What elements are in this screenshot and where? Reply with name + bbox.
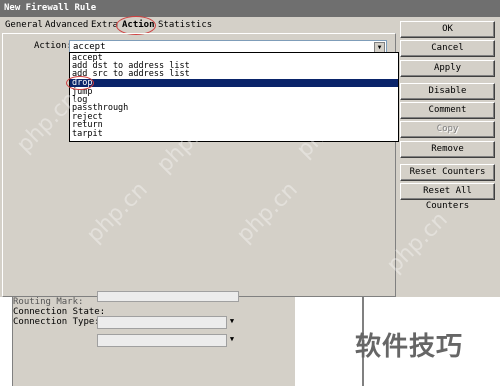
title-bar: New Firewall Rule <box>0 0 500 17</box>
truncated-field[interactable] <box>97 291 239 302</box>
reset-counters-button[interactable]: Reset Counters <box>400 164 495 181</box>
reset-all-counters-button[interactable]: Reset All Counters <box>400 183 495 211</box>
cancel-button[interactable]: Cancel <box>400 40 495 57</box>
firewall-rule-window: New Firewall Rule General Advanced Extra… <box>0 0 500 297</box>
ok-button[interactable]: OK <box>400 21 495 38</box>
disable-button[interactable]: Disable <box>400 83 495 100</box>
comment-button[interactable]: Comment <box>400 102 495 119</box>
option-tarpit[interactable]: tarpit <box>70 130 398 139</box>
chevron-down-icon[interactable]: ▼ <box>227 316 237 327</box>
connection-state-field[interactable] <box>97 316 227 329</box>
watermark-brand: 软件技巧 <box>355 332 464 362</box>
tab-statistics[interactable]: Statistics <box>155 19 215 32</box>
option-jump[interactable]: jump <box>70 88 398 97</box>
drop-option-highlight <box>66 76 94 90</box>
action-label: Action: <box>34 41 72 51</box>
option-add-src-to-address-list[interactable]: add src to address list <box>70 70 398 79</box>
option-drop[interactable]: drop <box>70 79 398 87</box>
chevron-down-icon[interactable]: ▼ <box>227 334 237 345</box>
lower-dialog: Routing Mark: Connection State: ▼ Connec… <box>12 291 295 386</box>
tab-advanced[interactable]: Advanced <box>42 19 91 32</box>
window-title: New Firewall Rule <box>4 3 97 13</box>
remove-button[interactable]: Remove <box>400 141 495 158</box>
apply-button[interactable]: Apply <box>400 60 495 77</box>
connection-type-field[interactable] <box>97 334 227 347</box>
tab-general[interactable]: General <box>2 19 46 32</box>
copy-button[interactable]: Copy <box>400 121 495 138</box>
